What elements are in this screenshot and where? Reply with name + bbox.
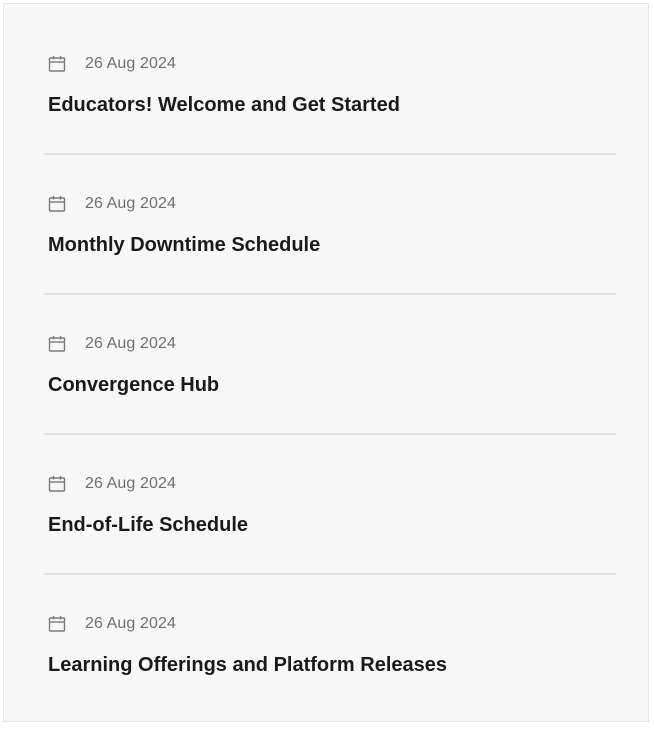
announcement-item[interactable]: 26 Aug 2024 Educators! Welcome and Get S…: [44, 36, 616, 176]
divider: [44, 433, 616, 435]
announcements-list: 26 Aug 2024 Educators! Welcome and Get S…: [44, 36, 616, 736]
announcement-date: 26 Aug 2024: [85, 335, 176, 352]
announcement-item[interactable]: 26 Aug 2024 End-of-Life Schedule: [44, 456, 616, 596]
announcement-title[interactable]: Educators! Welcome and Get Started: [48, 94, 400, 117]
announcement-title[interactable]: End-of-Life Schedule: [48, 514, 248, 537]
calendar-icon: [48, 335, 66, 353]
announcement-item[interactable]: 26 Aug 2024 Learning Offerings and Platf…: [44, 596, 616, 736]
announcement-title[interactable]: Convergence Hub: [48, 374, 219, 397]
divider: [44, 153, 616, 155]
announcement-date: 26 Aug 2024: [85, 55, 176, 72]
announcement-date-row: 26 Aug 2024: [48, 614, 176, 634]
announcement-title[interactable]: Monthly Downtime Schedule: [48, 234, 320, 257]
calendar-icon: [48, 475, 66, 493]
announcements-panel: 26 Aug 2024 Educators! Welcome and Get S…: [3, 3, 649, 722]
announcement-title[interactable]: Learning Offerings and Platform Releases: [48, 654, 447, 677]
announcement-date-row: 26 Aug 2024: [48, 474, 176, 494]
announcement-item[interactable]: 26 Aug 2024 Monthly Downtime Schedule: [44, 176, 616, 316]
divider: [44, 573, 616, 575]
announcement-date-row: 26 Aug 2024: [48, 334, 176, 354]
divider: [44, 293, 616, 295]
announcement-date-row: 26 Aug 2024: [48, 54, 176, 74]
announcement-date-row: 26 Aug 2024: [48, 194, 176, 214]
calendar-icon: [48, 55, 66, 73]
announcement-item[interactable]: 26 Aug 2024 Convergence Hub: [44, 316, 616, 456]
announcement-date: 26 Aug 2024: [85, 615, 176, 632]
announcement-date: 26 Aug 2024: [85, 195, 176, 212]
calendar-icon: [48, 195, 66, 213]
announcement-date: 26 Aug 2024: [85, 475, 176, 492]
calendar-icon: [48, 615, 66, 633]
